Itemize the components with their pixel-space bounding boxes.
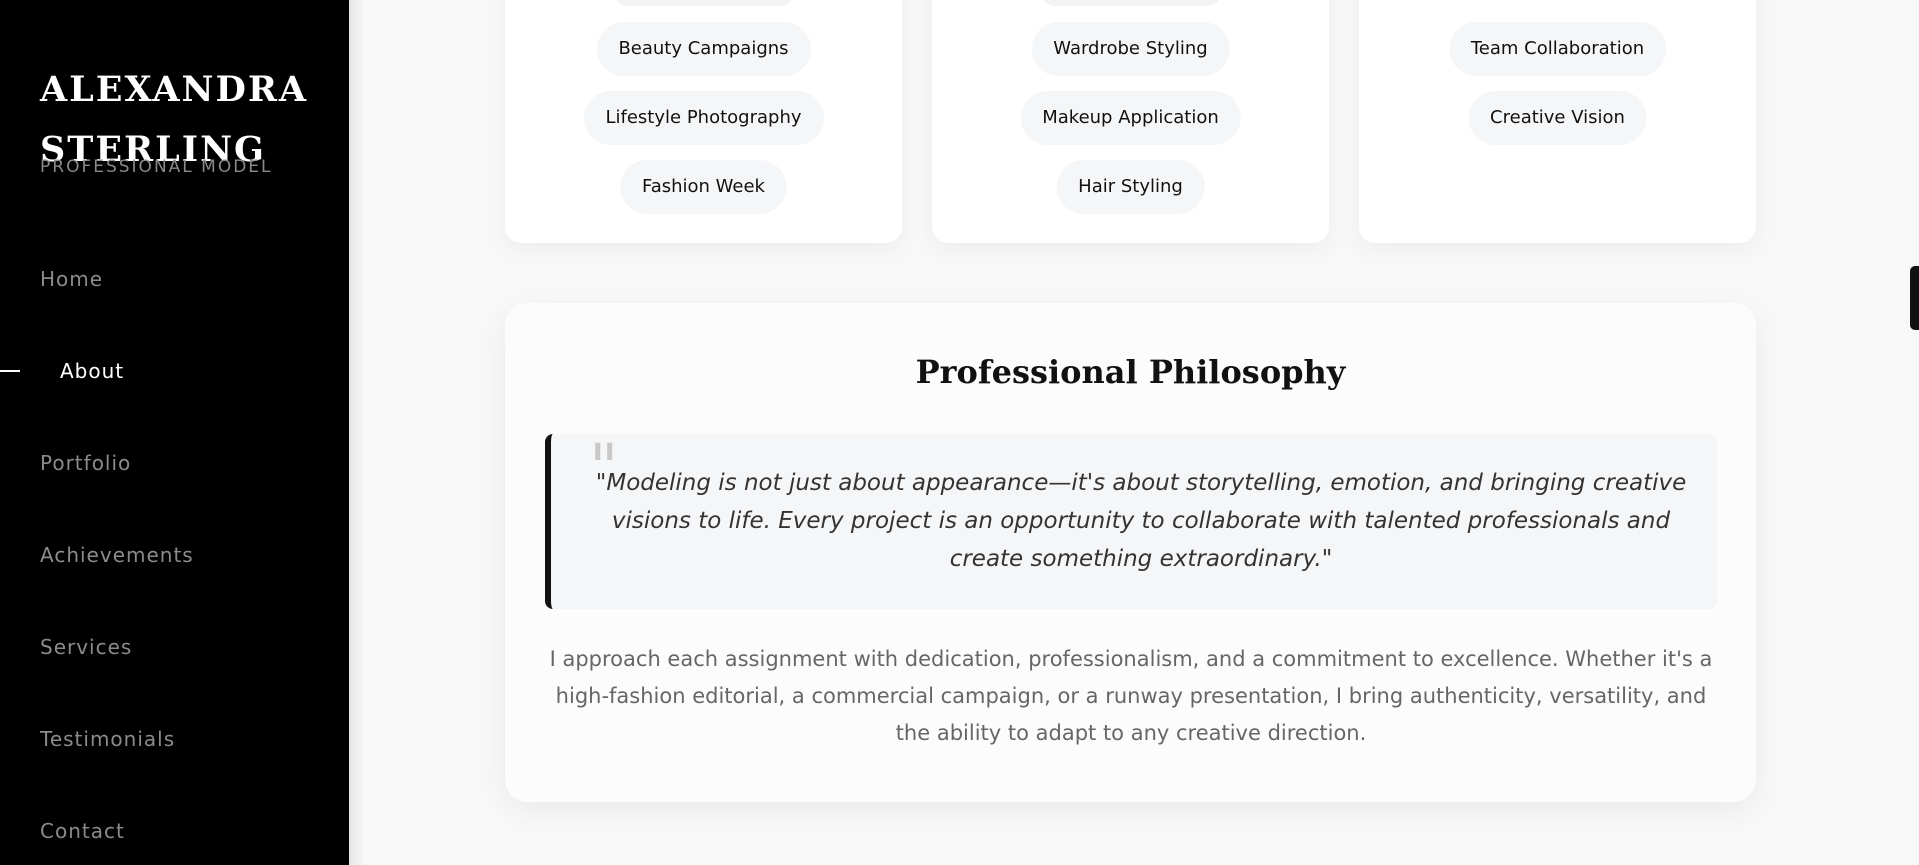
section-title: Professional Philosophy [915,353,1346,391]
sidebar: ALEXANDRA STERLING PROFESSIONAL MODEL Ho… [0,0,349,865]
nav-item-home[interactable]: Home [40,264,103,294]
nav-item-label: Contact [40,819,125,843]
nav-item-achievements[interactable]: Achievements [40,540,194,570]
scrollbar-thumb[interactable] [1910,266,1919,330]
skill-tag: Fashion Week [620,160,787,214]
main-content: Beauty Campaigns Lifestyle Photography F… [349,0,1919,865]
skill-tag: Beauty Campaigns [596,22,811,76]
nav-item-label: Home [40,267,104,291]
nav-item-contact[interactable]: Contact [40,816,125,846]
skill-tag-cut-off [613,0,794,6]
nav-item-label: About [60,359,125,383]
nav-item-about[interactable]: About [0,356,125,386]
skill-tag: Hair Styling [1056,160,1205,214]
skill-tag-cut-off [1040,0,1221,6]
philosophy-quote: " "Modeling is not just about appearance… [545,434,1717,609]
nav-item-testimonials[interactable]: Testimonials [40,724,175,754]
skill-tag: Wardrobe Styling [1031,22,1230,76]
nav-item-label: Testimonials [40,727,176,751]
skill-tag: Makeup Application [1020,91,1241,145]
philosophy-body: I approach each assignment with dedicati… [549,647,1713,745]
active-indicator [0,370,20,372]
quote-text: "Modeling is not just about appearance—i… [595,470,1687,572]
philosophy-card: Professional Philosophy " "Modeling is n… [505,303,1756,802]
skills-card-soft-skills: Team Collaboration Creative Vision [1359,0,1756,243]
skill-tag: Team Collaboration [1448,22,1667,76]
nav-item-label: Achievements [40,543,194,567]
brand-name-line1: ALEXANDRA [40,69,309,110]
nav-item-services[interactable]: Services [40,632,132,662]
nav-item-portfolio[interactable]: Portfolio [40,448,131,478]
skills-card-styling: Wardrobe Styling Makeup Application Hair… [932,0,1329,243]
skills-card-modeling: Beauty Campaigns Lifestyle Photography F… [505,0,902,243]
nav-item-label: Services [40,635,133,659]
brand-subtitle: PROFESSIONAL MODEL [40,157,273,177]
nav-item-label: Portfolio [40,451,132,475]
skill-tag: Creative Vision [1468,91,1647,145]
skill-tag: Lifestyle Photography [583,91,824,145]
